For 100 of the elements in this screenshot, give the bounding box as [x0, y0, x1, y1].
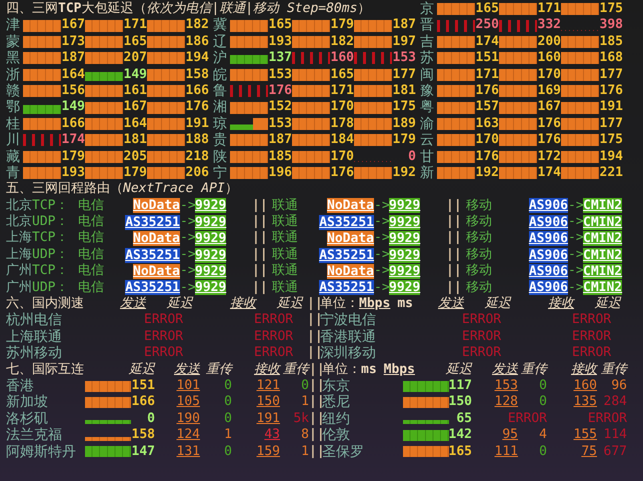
retransmit-value: 0 [224, 410, 232, 428]
latency-value: 65 [456, 410, 472, 428]
section-title: 五、三网回程路由（NextTrace API） [6, 181, 238, 196]
route-arrow: -> [568, 214, 583, 230]
region-label: 闽 [420, 66, 435, 83]
region-label: 吉 [420, 34, 435, 50]
latency-value: 175 [392, 99, 416, 116]
latency-value: 218 [185, 148, 209, 165]
rate-value: 121 [256, 378, 280, 394]
error-text: ERROR [253, 345, 294, 362]
latency-value: 168 [599, 50, 623, 67]
error-text: ERROR [253, 328, 294, 346]
retransmit-value: 0 [224, 394, 232, 411]
as-tag: AS906 [528, 231, 568, 246]
latency-value: 151 [132, 378, 155, 394]
latency-value: 174 [475, 34, 499, 50]
region-label: 藏 [6, 148, 21, 165]
city-label: 广州 [6, 280, 32, 296]
city-name: 悉尼 [322, 394, 351, 411]
rate-value: 43 [264, 427, 280, 444]
latency-value: 186 [185, 34, 209, 50]
route-arrow: -> [180, 263, 195, 280]
as-tag: AS35251 [125, 280, 180, 296]
region-label: 鄂 [6, 99, 21, 116]
column-divider: || [309, 362, 322, 378]
error-text: ERROR [143, 328, 184, 346]
city-name: 洛杉矶 [6, 410, 49, 428]
latency-value: 167 [123, 99, 147, 116]
column-divider: || [446, 198, 463, 214]
column-divider: || [309, 427, 322, 444]
route-arrow: -> [374, 214, 389, 230]
retransmit-value: 1 [301, 444, 309, 460]
region-label: 冀 [213, 17, 228, 34]
column-header: 发送 [438, 296, 465, 312]
latency-value: 142 [448, 427, 472, 444]
region-label: 甘 [420, 148, 435, 165]
isp-label: 移动 [466, 280, 493, 296]
latency-value: 191 [599, 99, 623, 116]
column-header: 发送 [174, 362, 200, 378]
city-name: 新加坡 [6, 394, 49, 411]
as-tag: AS906 [528, 214, 568, 230]
latency-value: 165 [330, 66, 354, 83]
column-divider: || [252, 280, 269, 296]
column-divider: || [252, 246, 269, 264]
isp-label: 电信 [78, 198, 105, 214]
region-name: 香港联通 [320, 328, 377, 346]
latency-value: 167 [537, 99, 561, 116]
network-tag: CMIN2 [583, 214, 622, 230]
as-tag: AS906 [528, 248, 568, 263]
route-arrow: -> [568, 280, 583, 296]
rate-value: 131 [176, 444, 200, 460]
rate-value: 95 [502, 427, 518, 444]
route-arrow: -> [568, 230, 583, 247]
rate-value: 153 [494, 378, 518, 394]
protocol-label: UDP： [32, 246, 68, 264]
latency-value: 163 [475, 116, 499, 132]
city-label: 北京 [6, 214, 32, 230]
latency-value: 165 [448, 444, 472, 460]
latency-value: 158 [132, 427, 155, 444]
rate-value: 101 [176, 378, 200, 394]
column-divider: || [307, 312, 320, 329]
latency-value: 221 [599, 164, 623, 182]
isp-label: 移动 [466, 198, 493, 214]
column-divider: || [307, 328, 320, 346]
latency-value: 185 [599, 34, 623, 50]
route-arrow: -> [180, 280, 195, 296]
as-tag: NoData [133, 231, 180, 246]
region-label: 宁 [213, 164, 228, 182]
retransmit-value: 8 [301, 427, 309, 444]
isp-label: 移动 [466, 230, 493, 247]
error-text: ERROR [508, 410, 547, 428]
region-label: 皖 [213, 66, 228, 83]
latency-value: 153 [268, 116, 292, 132]
as-tag: AS35251 [319, 214, 374, 230]
latency-value: 170 [537, 66, 561, 83]
retransmit-value: 96 [611, 378, 627, 394]
region-label: 云 [420, 132, 435, 149]
column-divider: || [309, 410, 322, 428]
protocol-label: TCP： [32, 263, 68, 280]
region-label: 贵 [213, 132, 228, 149]
region-label: 蒙 [6, 34, 21, 50]
column-divider: || [252, 230, 269, 247]
route-arrow: -> [374, 263, 389, 280]
region-label: 琼 [213, 116, 228, 132]
latency-value: 176 [537, 132, 561, 149]
latency-value: 185 [268, 148, 292, 165]
city-name: 阿姆斯特丹 [6, 444, 77, 460]
column-header: 发送 [492, 362, 518, 378]
latency-value: 169 [537, 82, 561, 100]
section-title: 六、国内测速 [6, 296, 85, 312]
latency-value: 176 [599, 82, 623, 100]
retransmit-value: 4 [539, 427, 547, 444]
network-tag: CMIN2 [583, 248, 622, 263]
unit-text: Mbps [384, 362, 415, 378]
latency-value: 160 [330, 50, 354, 67]
column-header: 延迟 [129, 362, 155, 378]
rate-value: 124 [176, 427, 200, 444]
route-arrow: -> [568, 198, 583, 214]
latency-value: 182 [330, 34, 354, 50]
latency-value: 171 [537, 1, 561, 18]
